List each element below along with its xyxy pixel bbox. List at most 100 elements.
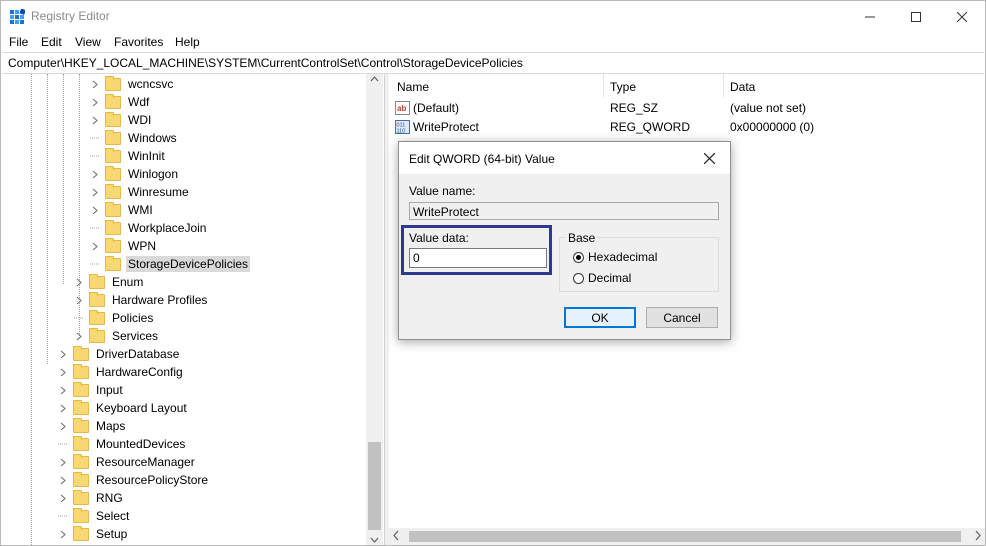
tree-item[interactable]: Policies: [73, 309, 155, 327]
tree-item[interactable]: WinInit: [89, 147, 167, 165]
tree-item[interactable]: Keyboard Layout: [57, 399, 189, 417]
tree-item-label: WDI: [128, 113, 152, 127]
column-divider[interactable]: [603, 74, 604, 98]
tree-item[interactable]: Winlogon: [89, 165, 180, 183]
tree-item[interactable]: Winresume: [89, 183, 191, 201]
tree-spacer: [57, 510, 69, 522]
tree-item-label: Setup: [96, 527, 128, 541]
chevron-right-icon[interactable]: [57, 384, 69, 396]
value-data-input[interactable]: [409, 248, 547, 268]
chevron-right-icon[interactable]: [57, 402, 69, 414]
radio-decimal[interactable]: Decimal: [573, 271, 631, 285]
radio-button-unchecked[interactable]: [573, 272, 584, 284]
tree-item[interactable]: WDI: [89, 111, 153, 129]
chevron-right-icon[interactable]: [57, 366, 69, 378]
column-divider[interactable]: [723, 74, 724, 98]
column-data[interactable]: Data: [730, 80, 755, 94]
tree-item-label: Hardware Profiles: [112, 293, 208, 307]
radio-button-checked[interactable]: [573, 251, 584, 263]
chevron-right-icon[interactable]: [57, 474, 69, 486]
chevron-right-icon[interactable]: [89, 186, 101, 198]
tree-item[interactable]: DriverDatabase: [57, 345, 181, 363]
scroll-down-icon[interactable]: [370, 537, 379, 543]
chevron-right-icon[interactable]: [57, 492, 69, 504]
tree-item[interactable]: HardwareConfig: [57, 363, 185, 381]
svg-text:ab: ab: [397, 104, 406, 113]
dialog-close-button[interactable]: [699, 149, 719, 167]
menu-favorites[interactable]: Favorites: [114, 35, 163, 49]
dialog-title: Edit QWORD (64-bit) Value: [409, 152, 555, 166]
column-type[interactable]: Type: [610, 80, 636, 94]
ok-button[interactable]: OK: [564, 307, 636, 328]
tree-item[interactable]: StorageDevicePolicies: [89, 255, 251, 273]
value-data: (value not set): [730, 101, 807, 115]
tree-guide-line: [31, 74, 32, 545]
maximize-button[interactable]: [893, 1, 939, 32]
chevron-right-icon[interactable]: [73, 294, 85, 306]
tree-scroll-thumb[interactable]: [368, 442, 381, 530]
chevron-right-icon[interactable]: [89, 78, 101, 90]
close-button[interactable]: [939, 1, 985, 32]
cancel-button[interactable]: Cancel: [646, 307, 718, 328]
registry-editor-icon: [10, 9, 25, 24]
tree-item[interactable]: ResourcePolicyStore: [57, 471, 210, 489]
list-header: Name Type Data: [389, 74, 985, 98]
tree-spacer: [89, 222, 101, 234]
tree-item-label: WorkplaceJoin: [128, 221, 207, 235]
chevron-right-icon[interactable]: [89, 96, 101, 108]
chevron-right-icon[interactable]: [89, 204, 101, 216]
maximize-icon: [911, 11, 921, 22]
minimize-button[interactable]: [847, 1, 893, 32]
chevron-right-icon[interactable]: [57, 348, 69, 360]
chevron-right-icon[interactable]: [89, 168, 101, 180]
menu-file[interactable]: File: [9, 35, 28, 49]
chevron-right-icon[interactable]: [57, 528, 69, 540]
tree-item-label: HardwareConfig: [96, 365, 183, 379]
tree-item[interactable]: ResourceManager: [57, 453, 197, 471]
chevron-right-icon[interactable]: [89, 114, 101, 126]
tree-item[interactable]: Hardware Profiles: [73, 291, 209, 309]
tree-item[interactable]: RNG: [57, 489, 125, 507]
tree-item[interactable]: Wdf: [89, 93, 151, 111]
list-scroll-thumb[interactable]: [409, 531, 961, 542]
tree-spacer: [89, 258, 101, 270]
chevron-right-icon[interactable]: [73, 330, 85, 342]
value-row[interactable]: ab (Default) REG_SZ (value not set): [389, 99, 985, 118]
tree-item[interactable]: Select: [57, 507, 131, 525]
chevron-right-icon[interactable]: [57, 420, 69, 432]
scroll-right-icon[interactable]: [975, 530, 981, 541]
tree-item[interactable]: WMI: [89, 201, 155, 219]
address-bar[interactable]: Computer\HKEY_LOCAL_MACHINE\SYSTEM\Curre…: [2, 52, 984, 74]
column-name[interactable]: Name: [397, 80, 429, 94]
tree-item[interactable]: Windows: [89, 129, 179, 147]
list-horizontal-scrollbar[interactable]: [389, 528, 985, 545]
tree-item[interactable]: WPN: [89, 237, 158, 255]
registry-editor-window: Registry Editor File Edit View Favorites…: [0, 0, 986, 546]
tree-item[interactable]: WorkplaceJoin: [89, 219, 208, 237]
tree-item[interactable]: Setup: [57, 525, 129, 543]
radio-hexadecimal[interactable]: Hexadecimal: [573, 250, 657, 264]
tree-item[interactable]: Enum: [73, 273, 145, 291]
folder-icon: [73, 507, 89, 523]
chevron-right-icon[interactable]: [89, 240, 101, 252]
value-type: REG_SZ: [610, 101, 659, 115]
menu-edit[interactable]: Edit: [41, 35, 62, 49]
tree-item[interactable]: Services: [73, 327, 160, 345]
scroll-up-icon[interactable]: [370, 76, 379, 82]
folder-icon: [89, 291, 105, 307]
tree-item-label: WMI: [128, 203, 153, 217]
value-row[interactable]: 011 110 WriteProtect REG_QWORD 0x0000000…: [389, 118, 985, 137]
chevron-right-icon[interactable]: [73, 276, 85, 288]
tree-item[interactable]: wcncsvc: [89, 75, 175, 93]
menu-view[interactable]: View: [75, 35, 101, 49]
tree-item[interactable]: MountedDevices: [57, 435, 187, 453]
tree-item[interactable]: Input: [57, 381, 125, 399]
tree-vertical-scrollbar[interactable]: [366, 74, 383, 545]
tree-item[interactable]: Maps: [57, 417, 127, 435]
menu-help[interactable]: Help: [175, 35, 200, 49]
tree-item-label: Select: [96, 509, 130, 523]
value-name: (Default): [413, 101, 460, 115]
base-label: Base: [566, 231, 598, 245]
scroll-left-icon[interactable]: [393, 530, 399, 541]
chevron-right-icon[interactable]: [57, 456, 69, 468]
